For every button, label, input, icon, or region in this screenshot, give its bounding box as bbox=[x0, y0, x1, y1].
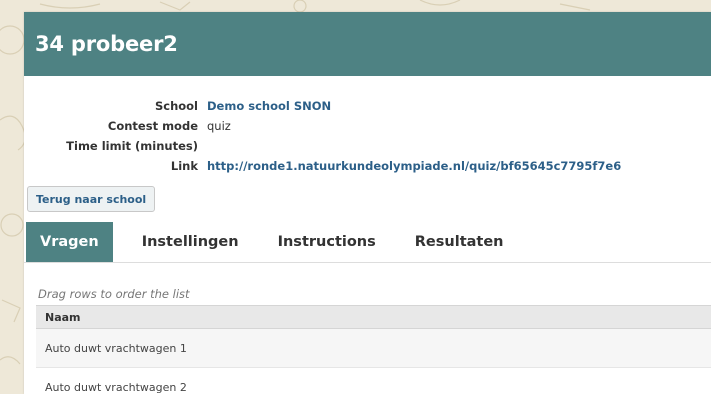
contest-mode-label: Contest mode bbox=[107, 119, 198, 133]
link-row: Link http://ronde1.natuurkundeolympiade.… bbox=[48, 156, 621, 176]
row-name: Auto duwt vrachtwagen 2 bbox=[45, 380, 187, 394]
page-title: 34 probeer2 bbox=[24, 12, 711, 76]
quiz-panel: 34 probeer2 School Demo school SNON Cont… bbox=[24, 12, 711, 394]
contest-mode-row: Contest mode quiz bbox=[48, 116, 621, 136]
time-limit-row: Time limit (minutes) bbox=[48, 136, 621, 156]
link-label: Link bbox=[170, 159, 198, 173]
tab-instructions[interactable]: Instructions bbox=[264, 222, 390, 262]
column-header-naam[interactable]: Naam bbox=[36, 305, 711, 329]
drag-hint: Drag rows to order the list bbox=[38, 287, 190, 301]
time-limit-label: Time limit (minutes) bbox=[66, 139, 198, 153]
tab-vragen[interactable]: Vragen bbox=[26, 222, 113, 262]
tab-resultaten[interactable]: Resultaten bbox=[401, 222, 518, 262]
school-row: School Demo school SNON bbox=[48, 96, 621, 116]
table-row[interactable]: Auto duwt vrachtwagen 2 bbox=[36, 368, 711, 394]
school-link[interactable]: Demo school SNON bbox=[207, 99, 331, 113]
tab-instellingen[interactable]: Instellingen bbox=[128, 222, 253, 262]
back-to-school-button[interactable]: Terug naar school bbox=[27, 186, 156, 212]
questions-panel: Drag rows to order the list Naam Auto du… bbox=[24, 262, 711, 394]
tab-bar: Vragen Instellingen Instructions Resulta… bbox=[26, 222, 529, 262]
questions-table: Naam Auto duwt vrachtwagen 1 Auto duwt v… bbox=[36, 305, 711, 394]
row-name: Auto duwt vrachtwagen 1 bbox=[45, 341, 187, 355]
quiz-link[interactable]: http://ronde1.natuurkundeolympiade.nl/qu… bbox=[207, 159, 621, 173]
table-row[interactable]: Auto duwt vrachtwagen 1 bbox=[36, 329, 711, 368]
contest-mode-value: quiz bbox=[207, 119, 231, 133]
quiz-info: School Demo school SNON Contest mode qui… bbox=[48, 96, 621, 176]
school-label: School bbox=[154, 99, 198, 113]
